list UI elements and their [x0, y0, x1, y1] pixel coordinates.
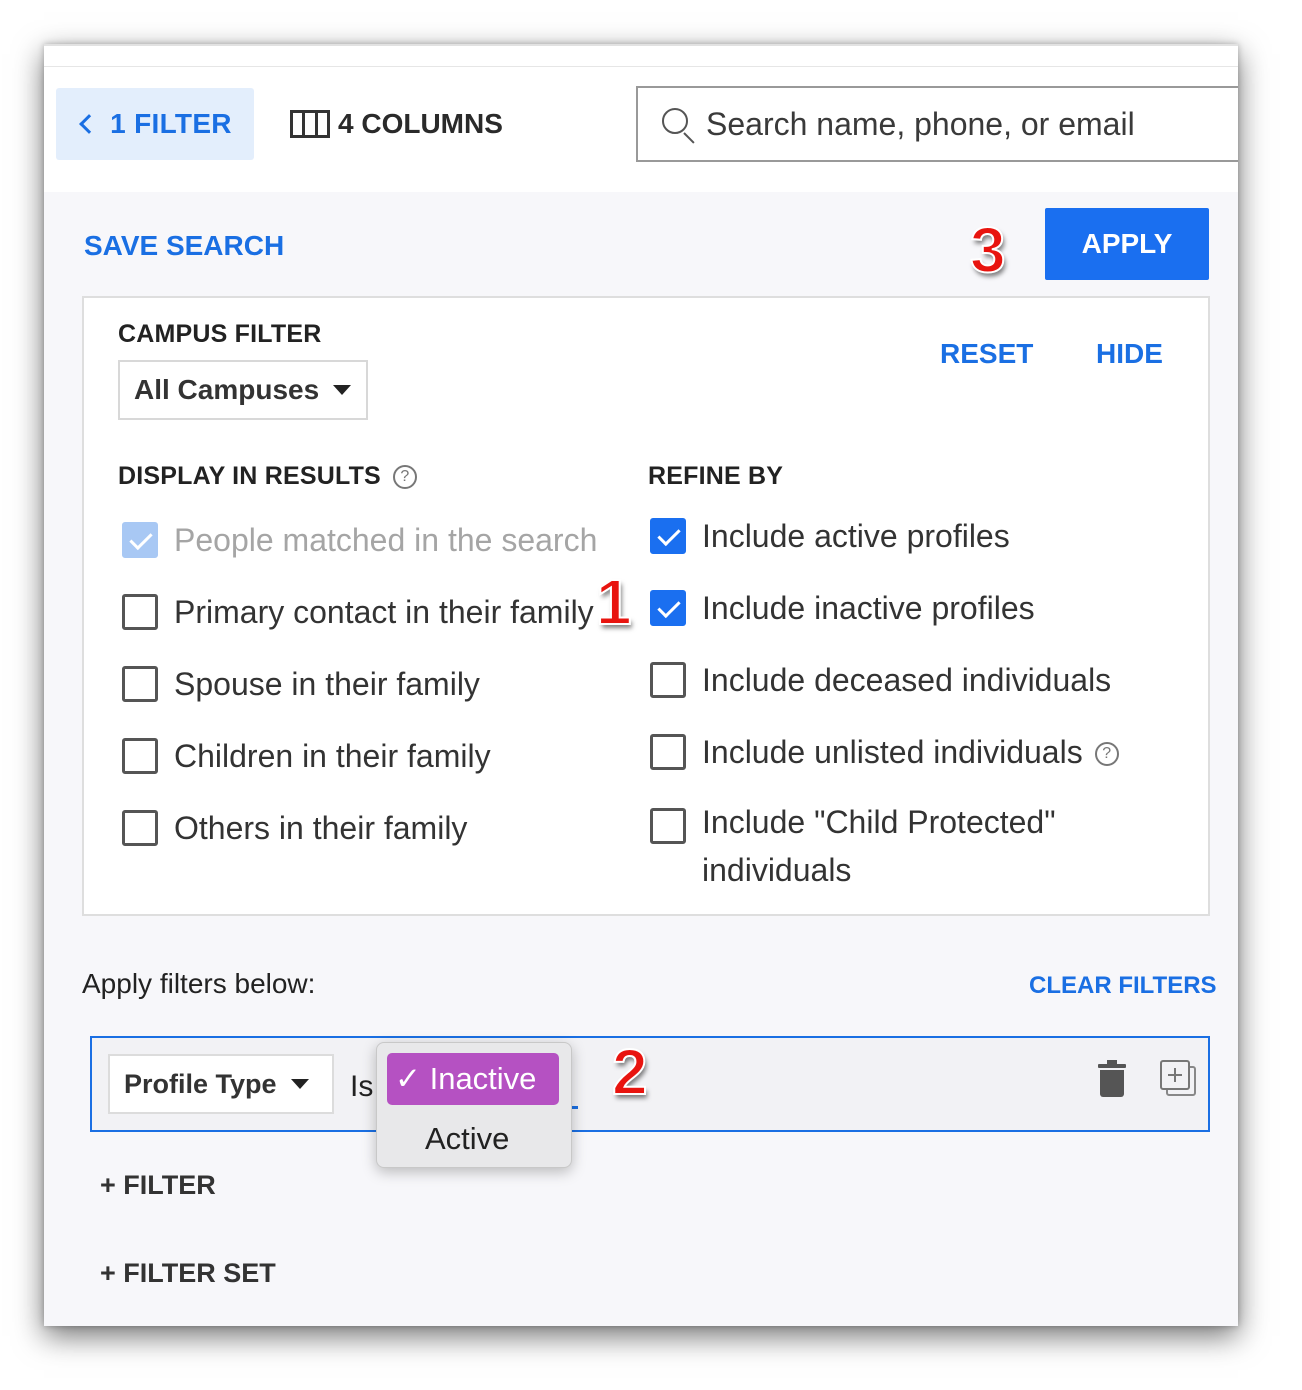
- filter-field-value: Profile Type: [124, 1068, 277, 1099]
- checkbox-label: People matched in the search: [174, 522, 598, 558]
- duplicate-filter-icon[interactable]: [1160, 1060, 1196, 1098]
- divider: [44, 66, 1238, 67]
- dropdown-option-active[interactable]: Active: [425, 1113, 509, 1165]
- checkbox-label: Others in their family: [174, 810, 468, 846]
- checkbox-label: Include active profiles: [702, 518, 1010, 554]
- chevron-left-icon: [79, 114, 100, 134]
- refine-option-child-protected[interactable]: Include "Child Protected" individuals: [650, 802, 1122, 894]
- caret-down-icon: [290, 1079, 309, 1089]
- reset-link[interactable]: RESET: [940, 338, 1033, 370]
- filter-operator: Is: [350, 1070, 374, 1103]
- refine-option-deceased[interactable]: Include deceased individuals: [650, 660, 1111, 704]
- caret-down-icon: [333, 385, 352, 395]
- add-filter-set-link[interactable]: + FILTER SET: [100, 1258, 276, 1289]
- checkbox[interactable]: [122, 810, 158, 846]
- checkbox-label: Include "Child Protected" individuals: [702, 804, 1056, 888]
- checkbox-label: Primary contact in their family: [174, 594, 594, 630]
- campus-filter-label: CAMPUS FILTER: [118, 320, 322, 348]
- display-option-spouse[interactable]: Spouse in their family: [122, 664, 480, 708]
- trash-icon[interactable]: [1098, 1060, 1126, 1098]
- campus-select[interactable]: All Campuses: [118, 360, 368, 420]
- dropdown-option-inactive[interactable]: ✓ Inactive: [387, 1053, 559, 1105]
- checkbox-label: Include inactive profiles: [702, 590, 1035, 626]
- apply-filters-label: Apply filters below:: [82, 968, 316, 999]
- checkbox[interactable]: [650, 518, 686, 554]
- search-box[interactable]: [636, 86, 1238, 162]
- hide-link[interactable]: HIDE: [1096, 338, 1163, 370]
- clear-filters-link[interactable]: CLEAR FILTERS: [1029, 972, 1217, 1000]
- checkbox-label: Spouse in their family: [174, 666, 480, 702]
- refine-by-label: REFINE BY: [648, 462, 784, 490]
- checkbox[interactable]: [650, 808, 686, 844]
- checkbox: [122, 522, 158, 558]
- checkbox[interactable]: [122, 594, 158, 630]
- checkbox[interactable]: [650, 662, 686, 698]
- filter-toggle-button[interactable]: 1 FILTER: [56, 88, 254, 160]
- checkbox-label: Include unlisted individuals: [702, 734, 1083, 770]
- help-icon[interactable]: ?: [1094, 742, 1119, 766]
- columns-label: 4 COLUMNS: [338, 108, 503, 139]
- filter-row: Profile Type Is: [90, 1036, 1210, 1132]
- filter-value-dropdown: ✓ Inactive Active: [376, 1042, 572, 1168]
- display-option-primary-contact[interactable]: Primary contact in their family: [122, 592, 594, 636]
- search-icon: [660, 106, 696, 144]
- save-search-link[interactable]: SAVE SEARCH: [84, 230, 284, 262]
- display-in-results-heading: DISPLAY IN RESULTS ?: [118, 462, 417, 491]
- app-window: 1 FILTER 4 COLUMNS SAVE SEARCH APPLY CAM…: [44, 44, 1238, 1326]
- columns-button[interactable]: 4 COLUMNS: [290, 102, 503, 146]
- help-icon[interactable]: ?: [392, 464, 417, 489]
- checkbox-label: Include deceased individuals: [702, 662, 1112, 698]
- add-filter-link[interactable]: + FILTER: [100, 1170, 216, 1201]
- checkbox[interactable]: [650, 734, 686, 770]
- toolbar: 1 FILTER 4 COLUMNS: [44, 44, 1238, 192]
- filter-toggle-label: 1 FILTER: [110, 108, 232, 139]
- apply-button[interactable]: APPLY: [1045, 208, 1209, 280]
- checkbox[interactable]: [650, 590, 686, 626]
- callout-3: 3: [969, 214, 1007, 286]
- display-in-results-label: DISPLAY IN RESULTS: [118, 462, 381, 490]
- display-option-matched: People matched in the search: [122, 520, 597, 564]
- refine-option-unlisted[interactable]: Include unlisted individuals ?: [650, 732, 1119, 776]
- refine-option-active[interactable]: Include active profiles: [650, 516, 1010, 560]
- refine-option-inactive[interactable]: Include inactive profiles: [650, 588, 1035, 632]
- filter-options-panel: CAMPUS FILTER All Campuses RESET HIDE DI…: [82, 296, 1210, 916]
- checkbox[interactable]: [122, 666, 158, 702]
- display-option-others[interactable]: Others in their family: [122, 808, 467, 852]
- checkbox-label: Children in their family: [174, 738, 491, 774]
- callout-1: 1: [595, 566, 633, 638]
- display-option-children[interactable]: Children in their family: [122, 736, 491, 780]
- columns-icon: [290, 110, 330, 138]
- search-input[interactable]: [706, 105, 1226, 143]
- checkbox[interactable]: [122, 738, 158, 774]
- campus-selected-value: All Campuses: [134, 374, 320, 405]
- callout-2: 2: [611, 1036, 649, 1108]
- filter-field-select[interactable]: Profile Type: [108, 1054, 334, 1114]
